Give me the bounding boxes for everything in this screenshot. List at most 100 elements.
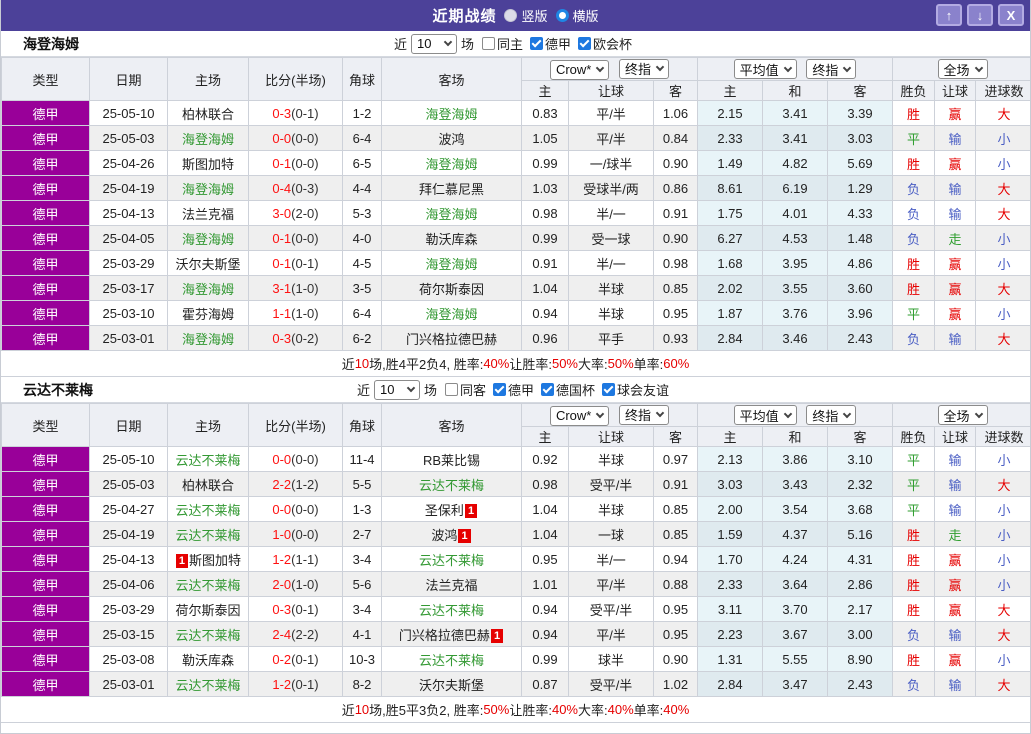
col-header-outcome: 胜负 bbox=[892, 426, 935, 447]
checkbox-unchecked-icon[interactable] bbox=[481, 37, 495, 50]
team-name-heading: 海登海姆 bbox=[23, 35, 79, 52]
checkbox-checked-icon[interactable] bbox=[493, 383, 506, 396]
handicap-result-cell: 输 bbox=[934, 200, 976, 226]
average-select[interactable]: 平均值 bbox=[733, 59, 797, 79]
odds-away-cell: 0.95 bbox=[653, 596, 698, 622]
avg-away-cell: 3.03 bbox=[827, 125, 893, 151]
period-select[interactable]: 全场 bbox=[937, 405, 988, 425]
score-cell: 1-0(0-0) bbox=[248, 521, 343, 547]
home-team-cell: 海登海姆 bbox=[167, 125, 249, 151]
radio-label-vertical[interactable]: 竖版 bbox=[521, 6, 547, 25]
checkbox-label[interactable]: 同主 bbox=[497, 34, 523, 53]
handicap-result-cell: 输 bbox=[934, 125, 976, 151]
chevron-down-icon bbox=[974, 63, 983, 72]
avg-away-cell: 5.16 bbox=[827, 521, 893, 547]
checkbox-unchecked-icon[interactable] bbox=[444, 383, 458, 396]
checkbox-label[interactable]: 德国杯 bbox=[556, 380, 595, 399]
filter-bar: 近 10 场 同主 德甲 欧会杯 bbox=[394, 33, 637, 54]
avg-away-cell: 2.32 bbox=[827, 471, 893, 497]
outcome-cell: 负 bbox=[892, 621, 935, 647]
odds-away-cell: 0.95 bbox=[653, 300, 698, 326]
outcome-cell: 胜 bbox=[892, 596, 935, 622]
score-cell: 0-0(0-0) bbox=[248, 446, 343, 472]
home-team-cell: 沃尔夫斯堡 bbox=[167, 250, 249, 276]
match-row: 德甲 25-04-13 法兰克福 3-0(2-0) 5-3 海登海姆 0.98 … bbox=[1, 200, 1030, 226]
score-cell: 2-2(1-2) bbox=[248, 471, 343, 497]
checkbox-label[interactable]: 球会友谊 bbox=[617, 380, 669, 399]
avg-away-cell: 2.17 bbox=[827, 596, 893, 622]
move-down-button[interactable]: ↓ bbox=[967, 4, 993, 26]
bookmaker-select[interactable]: Crow* bbox=[549, 405, 610, 426]
corner-cell: 4-4 bbox=[342, 175, 382, 201]
date-cell: 25-03-29 bbox=[89, 596, 168, 622]
odds-stage-select-2[interactable]: 终指 bbox=[806, 59, 857, 79]
checkbox-label[interactable]: 同客 bbox=[460, 380, 486, 399]
avg-home-cell: 2.13 bbox=[697, 446, 763, 472]
checkbox-checked-icon[interactable] bbox=[541, 383, 555, 396]
away-team-cell: 云达不莱梅 bbox=[381, 596, 522, 622]
checkbox-label[interactable]: 德甲 bbox=[545, 34, 571, 53]
odds-stage-select-1[interactable]: 终指 bbox=[619, 404, 670, 425]
avg-draw-cell: 4.37 bbox=[762, 521, 828, 547]
league-type-cell: 德甲 bbox=[1, 275, 90, 301]
outcome-cell: 平 bbox=[892, 300, 935, 326]
title-bar: 近期战绩 竖版 横版 ↑ ↓ X bbox=[1, 0, 1030, 31]
league-type-cell: 德甲 bbox=[1, 125, 90, 151]
bookmaker-select[interactable]: Crow* bbox=[549, 59, 610, 80]
corner-cell: 3-4 bbox=[342, 546, 382, 572]
close-button[interactable]: X bbox=[998, 4, 1024, 26]
handicap-cell: 平手 bbox=[568, 325, 654, 351]
league-type-cell: 德甲 bbox=[1, 571, 90, 597]
avg-away-cell: 3.68 bbox=[827, 496, 893, 522]
odds-home-cell: 0.98 bbox=[521, 200, 569, 226]
corner-cell: 2-7 bbox=[342, 521, 382, 547]
average-select[interactable]: 平均值 bbox=[733, 405, 797, 425]
summary-text: 40% bbox=[663, 702, 690, 717]
summary-text: 场,胜4平2负4, 胜率: bbox=[369, 357, 484, 372]
home-team-cell: 云达不莱梅 bbox=[167, 571, 249, 597]
competition-filter-checkboxes: 同客 德甲 德国杯 球会友谊 bbox=[444, 380, 674, 399]
away-team-cell: 沃尔夫斯堡 bbox=[381, 671, 522, 697]
move-up-button[interactable]: ↑ bbox=[936, 4, 962, 26]
layout-radio-horizontal[interactable]: 横版 bbox=[555, 6, 599, 25]
avg-away-cell: 4.33 bbox=[827, 200, 893, 226]
match-count-select[interactable]: 10 bbox=[373, 379, 420, 400]
score-cell: 1-2(0-1) bbox=[248, 671, 343, 697]
handicap-cell: 半球 bbox=[568, 496, 654, 522]
radio-icon-horizontal[interactable] bbox=[555, 9, 569, 22]
goals-cell: 大 bbox=[974, 471, 1030, 497]
red-card-badge: 1 bbox=[464, 503, 478, 518]
odds-stage-select-2[interactable]: 终指 bbox=[806, 405, 857, 425]
radio-icon-vertical[interactable] bbox=[504, 9, 518, 22]
recent-results-panel: 近期战绩 竖版 横版 ↑ ↓ X 海登海姆 近 10 场 同主 德甲 欧会杯 类… bbox=[0, 0, 1031, 734]
goals-cell: 小 bbox=[974, 225, 1030, 251]
odds-home-cell: 0.94 bbox=[521, 300, 569, 326]
handicap-cell: 半球 bbox=[568, 275, 654, 301]
home-team-cell: 海登海姆 bbox=[167, 275, 249, 301]
checkbox-checked-icon[interactable] bbox=[530, 37, 543, 50]
checkbox-checked-icon[interactable] bbox=[578, 37, 592, 50]
outcome-cell: 平 bbox=[892, 496, 935, 522]
checkbox-label[interactable]: 欧会杯 bbox=[593, 34, 632, 53]
match-count-select[interactable]: 10 bbox=[410, 33, 457, 54]
home-team-cell: 海登海姆 bbox=[167, 325, 249, 351]
odds-home-cell: 0.91 bbox=[521, 250, 569, 276]
summary-text: 10 bbox=[354, 702, 370, 717]
layout-radio-vertical[interactable]: 竖版 bbox=[504, 6, 548, 25]
avg-draw-cell: 3.43 bbox=[762, 471, 828, 497]
avg-home-cell: 2.33 bbox=[697, 571, 763, 597]
home-team-cell: 云达不莱梅 bbox=[167, 521, 249, 547]
period-select[interactable]: 全场 bbox=[937, 59, 988, 79]
avg-away-cell: 2.43 bbox=[827, 325, 893, 351]
away-team-cell: 海登海姆 bbox=[381, 150, 522, 176]
odds-stage-select-1[interactable]: 终指 bbox=[619, 58, 670, 79]
date-cell: 25-04-19 bbox=[89, 521, 168, 547]
score-cell: 0-3(0-2) bbox=[248, 325, 343, 351]
checkbox-checked-icon[interactable] bbox=[602, 383, 616, 396]
corner-cell: 4-1 bbox=[342, 621, 382, 647]
handicap-cell: 一/球半 bbox=[568, 150, 654, 176]
red-card-badge: 1 bbox=[458, 528, 471, 543]
radio-label-horizontal[interactable]: 横版 bbox=[573, 6, 599, 25]
avg-home-cell: 2.33 bbox=[697, 125, 763, 151]
checkbox-label[interactable]: 德甲 bbox=[508, 380, 534, 399]
